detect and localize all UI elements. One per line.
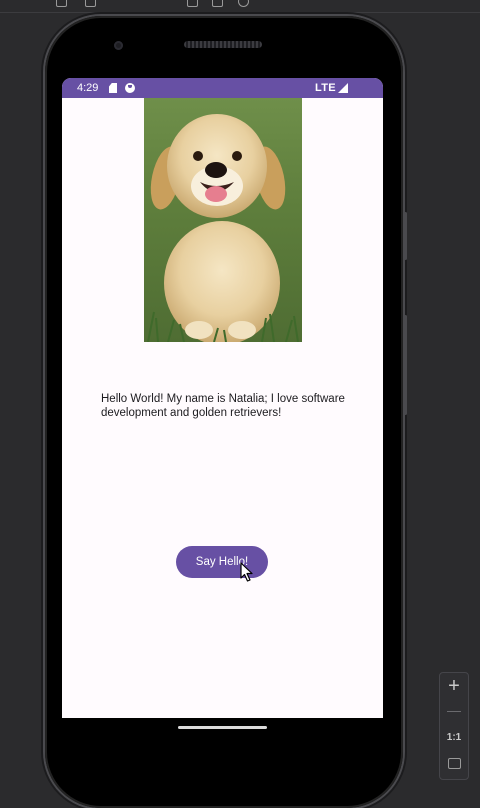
zoom-in-button[interactable]: + <box>440 674 468 698</box>
notification-round-icon <box>125 83 135 93</box>
toolbar-icon[interactable] <box>187 0 198 7</box>
app-screen: 4:29 LTE Hello World! My name is Natalia… <box>62 78 383 718</box>
device-frame: 4:29 LTE Hello World! My name is Natalia… <box>45 16 403 808</box>
zoom-actual-size-button[interactable]: 1:1 <box>440 731 468 745</box>
toolbar-icon[interactable] <box>212 0 223 7</box>
say-hello-button[interactable]: Say Hello! <box>176 546 268 578</box>
toolbar-icon[interactable] <box>85 0 96 7</box>
side-button <box>404 315 407 415</box>
fit-screen-icon[interactable] <box>440 755 468 771</box>
sd-card-icon <box>109 83 117 93</box>
home-gesture-pill[interactable] <box>178 726 267 729</box>
ide-toolbar-strip <box>0 0 480 13</box>
status-bar: 4:29 LTE <box>62 78 383 98</box>
front-camera <box>114 41 123 50</box>
system-nav-bar <box>62 718 383 758</box>
network-type: LTE <box>315 82 336 94</box>
volume-button <box>404 212 407 260</box>
earpiece-speaker <box>184 41 262 48</box>
intro-text: Hello World! My name is Natalia; I love … <box>101 393 345 419</box>
toolbar-icon[interactable] <box>56 0 67 7</box>
toolbar-icon[interactable] <box>238 0 249 7</box>
mouse-cursor-icon <box>240 562 253 582</box>
status-time: 4:29 <box>77 82 99 94</box>
emulator-zoom-panel: + 1:1 <box>439 672 469 780</box>
golden-retriever-photo <box>144 98 302 342</box>
signal-icon <box>338 83 348 93</box>
